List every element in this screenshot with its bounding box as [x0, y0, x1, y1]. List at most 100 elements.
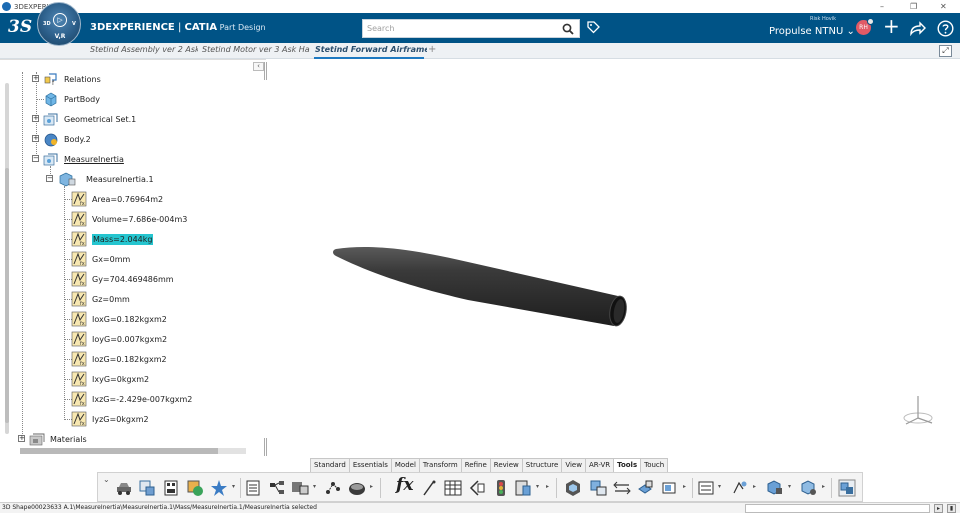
command-input[interactable] — [745, 504, 930, 513]
collapse-measureinertia-button[interactable]: − — [32, 155, 39, 162]
3d-viewport[interactable] — [268, 60, 960, 458]
section-tab-model[interactable]: Model — [390, 458, 420, 472]
ds-logo-icon[interactable]: 3S — [8, 17, 32, 37]
tree-node-iozg[interactable]: fx IozG=0.182kgxm2 — [71, 351, 167, 367]
minimize-button[interactable]: – — [880, 0, 884, 13]
measure-inertia-icon[interactable] — [138, 479, 156, 497]
vehicle-icon[interactable] — [115, 479, 133, 497]
instantiate-icon[interactable] — [731, 479, 749, 497]
tree-node-measureinertia[interactable]: MeasureInertia — [43, 151, 124, 167]
tree-node-geometrical-set[interactable]: Geometrical Set.1 — [43, 111, 136, 127]
tree-node-partbody[interactable]: PartBody — [43, 91, 100, 107]
list-icon[interactable] — [244, 479, 262, 497]
formula-icon[interactable]: fx — [396, 475, 413, 495]
capture-icon[interactable] — [348, 479, 366, 497]
tab-stetind-forward-airframe[interactable]: Stetind Forward Airframe v — [315, 45, 427, 54]
list-view-dropdown-icon[interactable]: ▾ — [718, 483, 721, 490]
rule-icon[interactable] — [468, 479, 486, 497]
network-icon[interactable] — [268, 479, 286, 497]
tree-node-materials[interactable]: Materials — [29, 431, 87, 447]
section-tab-structure[interactable]: Structure — [521, 458, 563, 472]
tree-vertical-scrollbar[interactable] — [5, 83, 9, 434]
scene-icon[interactable] — [661, 479, 679, 497]
tree-node-ixzg[interactable]: fx IxzG=-2.429e-007kgxm2 — [71, 391, 192, 407]
measure-distance-icon[interactable] — [590, 479, 608, 497]
body-tools-dropdown-icon[interactable]: ▸ — [822, 483, 825, 490]
instantiate-dropdown-icon[interactable]: ▸ — [753, 483, 756, 490]
fullscreen-icon[interactable]: ⤢ — [939, 45, 952, 57]
parameters-expand-icon[interactable]: ▸ — [546, 483, 549, 490]
component-dropdown-icon[interactable]: ▾ — [788, 483, 791, 490]
tree-node-volume[interactable]: fx Volume=7.686e-004m3 — [71, 211, 187, 227]
section-tab-standard[interactable]: Standard — [310, 458, 350, 472]
capture-dropdown-icon[interactable]: ▸ — [370, 483, 373, 490]
tree-node-iyzg[interactable]: fx IyzG=0kgxm2 — [71, 411, 149, 427]
tree-vertical-scroll-thumb[interactable] — [5, 168, 9, 423]
tree-node-relations[interactable]: f Relations — [43, 71, 101, 87]
body-tools-icon[interactable] — [800, 479, 818, 497]
section-tab-transform[interactable]: Transform — [418, 458, 462, 472]
restore-button[interactable]: ❐ — [910, 0, 917, 13]
tree-node-area[interactable]: fx Area=0.76964m2 — [71, 191, 163, 207]
expand-toolbar-icon[interactable]: ⌄ — [103, 475, 110, 484]
globe-icon[interactable] — [186, 479, 204, 497]
section-tab-ar-vr[interactable]: AR-VR — [584, 458, 615, 472]
tree-node-gy[interactable]: fx Gy=704.469486mm — [71, 271, 174, 287]
tree-node-ixyg[interactable]: fx IxyG=0kgxm2 — [71, 371, 149, 387]
expand-relations-button[interactable]: + — [32, 75, 39, 82]
tab-stetind-motor[interactable]: Stetind Motor ver 3 Ask Haug — [202, 45, 310, 54]
multi-body-icon[interactable] — [838, 479, 856, 497]
star-dropdown-icon[interactable]: ▾ — [232, 483, 235, 490]
close-window-button[interactable]: ✕ — [940, 0, 947, 13]
status-button-1[interactable]: ▸ — [934, 504, 943, 513]
tree-node-gz[interactable]: fx Gz=0mm — [71, 291, 130, 307]
section-tab-touch[interactable]: Touch — [640, 458, 669, 472]
inertia-icon[interactable] — [613, 479, 631, 497]
tree-horizontal-scroll-thumb[interactable] — [20, 448, 218, 454]
section-tab-essentials[interactable]: Essentials — [348, 458, 392, 472]
tag-icon[interactable] — [586, 20, 601, 35]
compass-v-quadrant[interactable]: V — [72, 21, 76, 27]
favorite-star-icon[interactable] — [210, 479, 228, 497]
search-icon[interactable] — [562, 23, 574, 35]
component-icon[interactable] — [766, 479, 784, 497]
help-icon[interactable] — [937, 20, 954, 37]
search-box[interactable] — [362, 19, 580, 38]
table-icon[interactable] — [444, 479, 462, 497]
publication-icon[interactable] — [637, 479, 655, 497]
collapse-tree-button[interactable]: ‹ — [253, 62, 264, 71]
list-view-icon[interactable] — [697, 479, 715, 497]
tree-splitter-handle-bottom[interactable] — [264, 438, 267, 456]
3d-axis-icon[interactable] — [898, 390, 938, 430]
constellation-icon[interactable] — [324, 479, 342, 497]
add-icon[interactable]: + — [883, 16, 900, 36]
section-tab-tools[interactable]: Tools — [613, 458, 642, 472]
expand-materials-button[interactable]: + — [18, 435, 25, 442]
tree-node-ioyg[interactable]: fx IoyG=0.007kgxm2 — [71, 331, 167, 347]
analysis-icon[interactable] — [564, 479, 582, 497]
collapse-measureinertia1-button[interactable]: − — [46, 175, 53, 182]
compass-3d-quadrant[interactable]: 3D — [43, 21, 51, 27]
collab-space-dropdown[interactable]: Propulse NTNU ⌄ — [769, 26, 855, 37]
tab-stetind-assembly[interactable]: Stetind Assembly ver 2 Ask H — [90, 45, 198, 54]
catalog-icon[interactable] — [162, 479, 180, 497]
section-tab-review[interactable]: Review — [489, 458, 523, 472]
section-tab-view[interactable]: View — [561, 458, 586, 472]
airframe-model[interactable] — [328, 230, 638, 340]
expand-body2-button[interactable]: + — [32, 135, 39, 142]
tree-node-measureinertia1[interactable]: MeasureInertia.1 — [57, 171, 154, 187]
traffic-light-icon[interactable] — [492, 479, 510, 497]
parameters-dropdown-icon[interactable]: ▾ — [536, 483, 539, 490]
tree-node-mass[interactable]: fx Mass=2.044kg — [71, 231, 154, 247]
scene-dropdown-icon[interactable]: ▸ — [683, 483, 686, 490]
parameters-icon[interactable] — [514, 479, 532, 497]
tree-node-ioxg[interactable]: fx IoxG=0.182kgxm2 — [71, 311, 167, 327]
tree-splitter-handle[interactable] — [264, 62, 267, 80]
grid-dropdown-icon[interactable]: ▾ — [313, 483, 316, 490]
tree-node-body2[interactable]: Body.2 — [43, 131, 91, 147]
tree-node-gx[interactable]: fx Gx=0mm — [71, 251, 130, 267]
play-icon[interactable]: ▷ — [53, 13, 67, 27]
status-button-2[interactable]: ▮ — [947, 504, 956, 513]
expand-geometrical-set-button[interactable]: + — [32, 115, 39, 122]
new-tab-button[interactable]: + — [428, 44, 436, 55]
